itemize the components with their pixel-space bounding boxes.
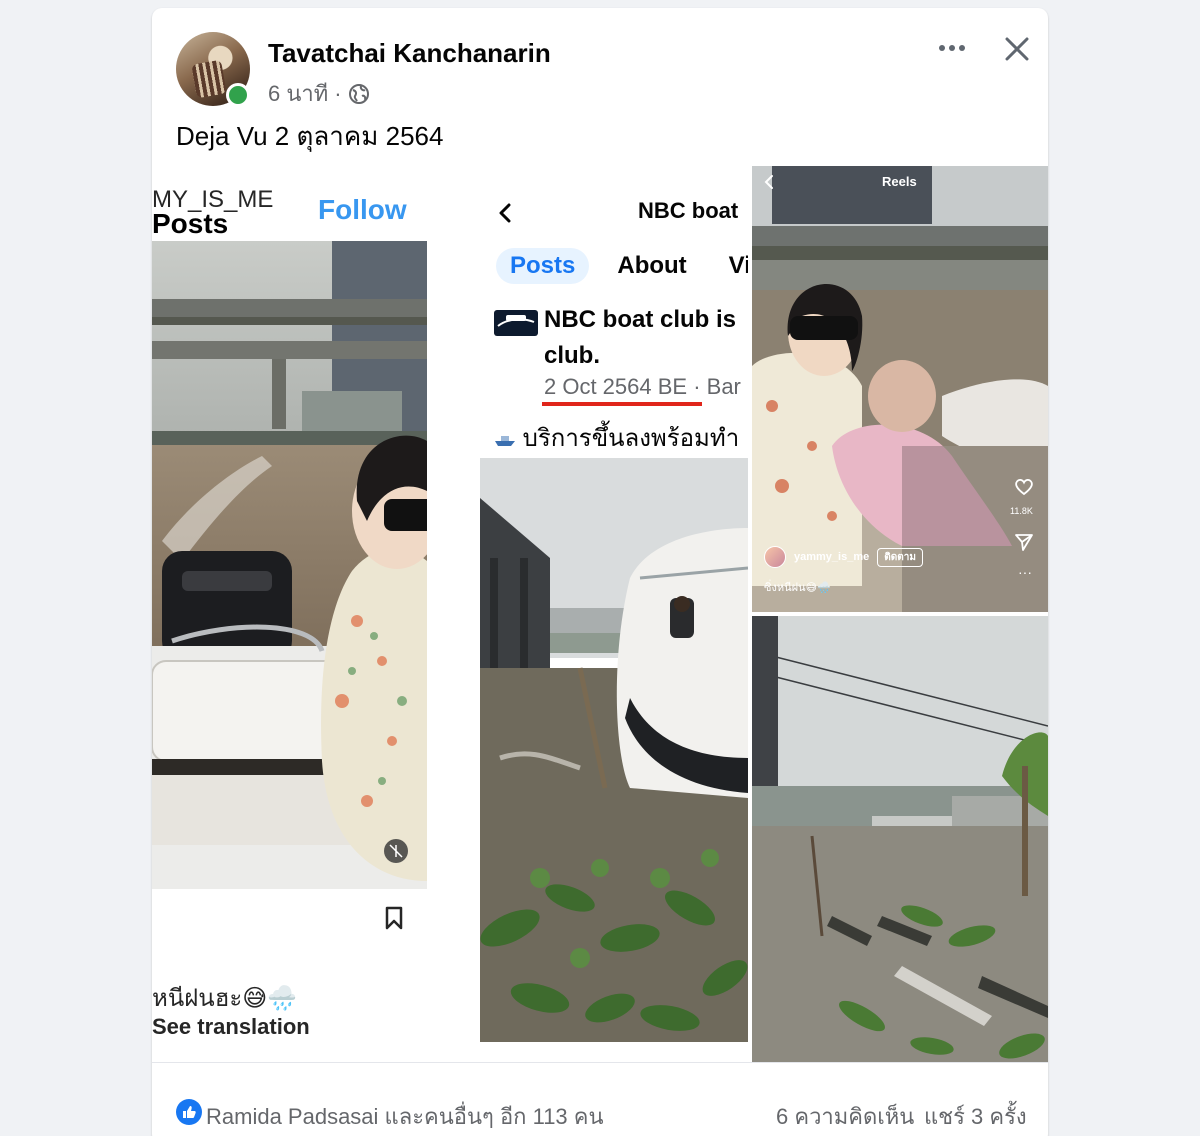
tab-videos: Vi: [728, 252, 748, 279]
globe-icon: [348, 83, 369, 104]
post-title-line1: NBC boat club is: [544, 306, 737, 333]
author-name[interactable]: Tavatchai Kanchanarin: [268, 38, 551, 69]
post-media[interactable]: MY_IS_ME Posts Follow หนีฝนฮะ😅🌧️ See tra…: [152, 166, 1048, 1062]
comments-count[interactable]: 6 ความคิดเห็น: [776, 1099, 914, 1134]
tab-about: About: [617, 252, 687, 279]
reels-like-count: 11.8K: [1010, 506, 1033, 516]
heart-icon: [1015, 479, 1033, 496]
post-card: Tavatchai Kanchanarin 6 นาที · Deja Vu 2…: [152, 8, 1048, 1136]
page-post-date: 2 Oct 2564 BE · Bar: [544, 374, 741, 400]
instagram-caption: หนีฝนฮะ😅🌧️: [152, 985, 298, 1012]
reactions-summary[interactable]: Ramida Padsasai และคนอื่นๆ อีก 113 คน: [206, 1099, 604, 1134]
flooded-riverside-photo: [752, 616, 1048, 1062]
reels-more-icon: ···: [1018, 564, 1032, 580]
post-time[interactable]: 6 นาที: [268, 76, 328, 111]
send-icon: [1015, 534, 1033, 551]
page-post-caption-text: บริการขึ้นลงพร้อมทำ: [522, 425, 740, 452]
reels-back-icon: [764, 175, 773, 189]
bookmark-icon: [385, 906, 403, 930]
instagram-boat-photo: [152, 241, 427, 889]
flooded-pier-photo: [480, 458, 748, 1042]
post-title-line2: club.: [544, 342, 601, 369]
page-post-title: NBC boat club is club.: [544, 302, 748, 374]
instagram-posts-label: Posts: [152, 208, 229, 239]
back-icon: [499, 203, 511, 223]
page-logo-icon: [494, 310, 538, 336]
facebook-page-screenshot: NBC boat Posts About Vi NBC boat club is…: [480, 166, 748, 1062]
post-date-value: 2 Oct 2564 BE: [544, 374, 688, 399]
post-footer: Ramida Padsasai และคนอื่นๆ อีก 113 คน 6 …: [152, 1062, 1048, 1136]
post-text: Deja Vu 2 ตุลาคม 2564: [176, 121, 444, 151]
reels-user-avatar: [764, 546, 786, 568]
post-date-rest: · Bar: [687, 374, 741, 399]
instagram-reels-screenshot: Reels 11.8K ··· yammy_is_me ติดตาม ซิ่งห…: [752, 166, 1048, 612]
date-red-underline: [542, 402, 702, 406]
close-icon[interactable]: [1002, 34, 1032, 64]
meta-separator: ·: [334, 80, 342, 106]
see-translation-link: See translation: [152, 1014, 310, 1039]
online-status-dot: [226, 83, 250, 107]
reels-label: Reels: [882, 174, 917, 189]
page-name: NBC boat: [638, 198, 739, 223]
instagram-follow-button: Follow: [318, 194, 407, 225]
boat-emoji-icon: [495, 435, 515, 446]
reels-follow-chip: ติดตาม: [877, 547, 923, 567]
reels-user-row: yammy_is_me ติดตาม: [764, 546, 923, 568]
tab-posts: Posts: [496, 248, 590, 284]
more-options-icon[interactable]: [936, 36, 968, 60]
page-tabs: Posts About Vi: [496, 248, 748, 284]
reels-caption: ซิ่งหนีฝน😅🌧️: [764, 582, 831, 594]
reels-username: yammy_is_me: [794, 551, 870, 563]
instagram-post-screenshot: MY_IS_ME Posts Follow หนีฝนฮะ😅🌧️ See tra…: [152, 166, 480, 1062]
shares-count[interactable]: แชร์ 3 ครั้ง: [924, 1099, 1027, 1134]
post-meta: 6 นาที ·: [268, 76, 370, 111]
like-reaction-icon[interactable]: [176, 1099, 202, 1125]
page-post-caption: บริการขึ้นลงพร้อมทำ: [494, 418, 739, 457]
